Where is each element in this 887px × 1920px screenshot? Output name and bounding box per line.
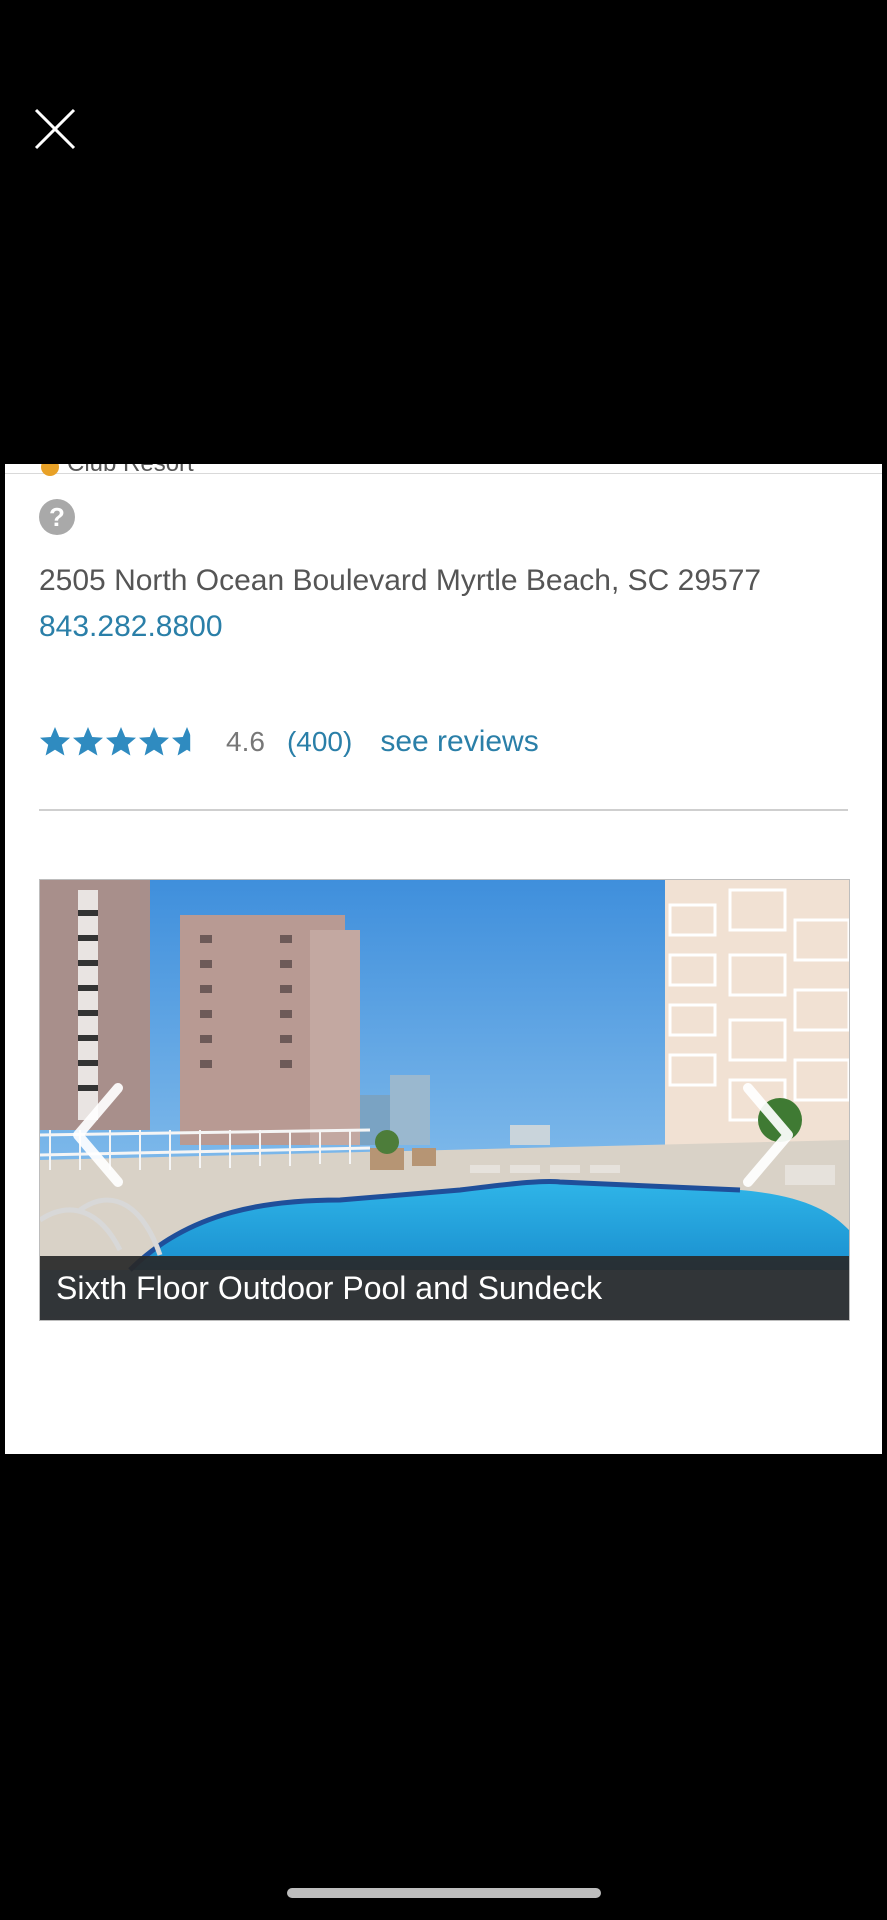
chevron-right-icon [743, 1083, 793, 1187]
see-reviews-link[interactable]: see reviews [380, 725, 538, 759]
star-rating [39, 726, 204, 758]
rating-row: 4.6 (400) see reviews [39, 720, 539, 764]
image-viewer: Club Resort ? 2505 North Ocean Boulevard… [0, 0, 887, 1920]
phone-link[interactable]: 843.282.8800 [39, 610, 223, 644]
brand-text: Club Resort [67, 464, 194, 478]
chevron-left-icon [73, 1083, 123, 1187]
brand-dot-icon [41, 464, 59, 476]
photo-gallery[interactable]: Sixth Floor Outdoor Pool and Sundeck [39, 879, 850, 1321]
help-icon[interactable]: ? [39, 499, 75, 535]
pool-photo [40, 880, 849, 1320]
rating-value: 4.6 [226, 726, 265, 757]
review-count[interactable]: (400) [287, 726, 352, 758]
address-text: 2505 North Ocean Boulevard Myrtle Beach,… [39, 564, 762, 597]
star-icon [139, 727, 169, 756]
listing-card: Club Resort ? 2505 North Ocean Boulevard… [5, 464, 882, 1454]
divider [39, 809, 848, 811]
close-icon [34, 108, 76, 150]
home-indicator[interactable] [287, 1888, 601, 1898]
gallery-next-button[interactable] [738, 1080, 798, 1190]
photo-caption-bar: Sixth Floor Outdoor Pool and Sundeck [40, 1256, 849, 1320]
star-icon [40, 727, 70, 756]
brand-line-clipped: Club Resort [41, 464, 221, 478]
star-icon [73, 727, 103, 756]
photo-caption: Sixth Floor Outdoor Pool and Sundeck [56, 1270, 603, 1306]
star-icon [106, 727, 136, 756]
star-icon [172, 727, 202, 756]
close-button[interactable] [30, 104, 80, 154]
gallery-prev-button[interactable] [68, 1080, 128, 1190]
